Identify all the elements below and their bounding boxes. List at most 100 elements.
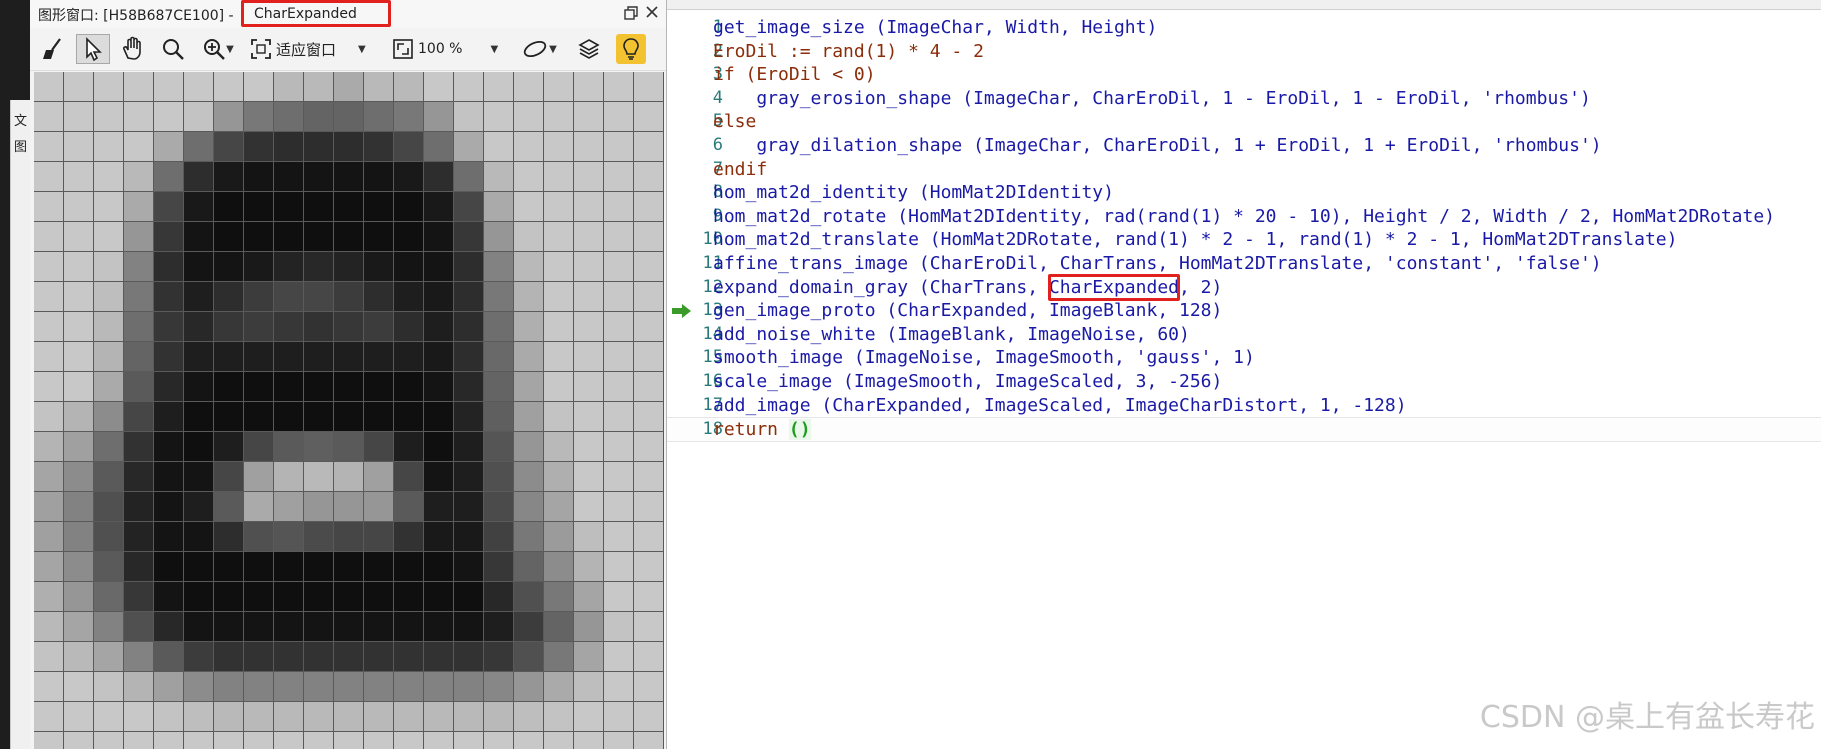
image-pixel bbox=[454, 342, 484, 372]
code-line[interactable]: 17 add_image (CharExpanded, ImageScaled, … bbox=[667, 394, 1821, 417]
background-tab-label-1[interactable]: 文 bbox=[14, 110, 27, 129]
code-line[interactable]: 15 smooth_image (ImageNoise, ImageSmooth,… bbox=[667, 346, 1821, 369]
code-line[interactable]: 10 hom_mat2d_translate (HomMat2DRotate, r… bbox=[667, 228, 1821, 251]
actual-size-icon bbox=[393, 39, 413, 59]
image-pixel bbox=[34, 192, 64, 222]
magnifier-icon[interactable] bbox=[156, 34, 190, 64]
draw-shape-dropdown[interactable]: ▼ bbox=[514, 34, 564, 64]
code-line[interactable]: 8 hom_mat2d_identity (HomMat2DIdentity) bbox=[667, 181, 1821, 204]
image-pixel bbox=[454, 432, 484, 462]
zoom-level-dropdown[interactable]: 100 % ▼ bbox=[392, 34, 500, 64]
image-pixel bbox=[304, 612, 334, 642]
background-tab-label-2[interactable]: 图 bbox=[14, 136, 27, 155]
image-pixel bbox=[514, 342, 544, 372]
image-pixel bbox=[574, 432, 604, 462]
image-pixel bbox=[154, 552, 184, 582]
image-pixel bbox=[364, 702, 394, 732]
image-pixel bbox=[514, 72, 544, 102]
code-line[interactable]: 18 return () bbox=[667, 417, 1821, 443]
image-pixel bbox=[364, 222, 394, 252]
image-pixel bbox=[244, 642, 274, 672]
image-pixel bbox=[274, 132, 304, 162]
image-pixel bbox=[574, 372, 604, 402]
code-line[interactable]: 6 gray_dilation_shape (ImageChar, CharEr… bbox=[667, 134, 1821, 157]
image-pixel bbox=[244, 462, 274, 492]
image-pixel bbox=[154, 102, 184, 132]
image-pixel bbox=[334, 492, 364, 522]
image-pixel bbox=[154, 162, 184, 192]
code-line[interactable]: 16 scale_image (ImageSmooth, ImageScaled,… bbox=[667, 370, 1821, 393]
image-pixel bbox=[304, 492, 334, 522]
code-line[interactable]: 1 get_image_size (ImageChar, Width, Heigh… bbox=[667, 16, 1821, 39]
image-pixel bbox=[94, 612, 124, 642]
image-pixel bbox=[94, 582, 124, 612]
image-pixel bbox=[154, 222, 184, 252]
image-pixel bbox=[94, 222, 124, 252]
image-pixel bbox=[424, 342, 454, 372]
image-pixel bbox=[514, 372, 544, 402]
code-line[interactable]: 14 add_noise_white (ImageBlank, ImageNois… bbox=[667, 323, 1821, 346]
image-pixel bbox=[244, 522, 274, 552]
image-pixel bbox=[544, 492, 574, 522]
image-pixel bbox=[184, 162, 214, 192]
restore-window-icon[interactable] bbox=[622, 5, 640, 23]
image-pixel bbox=[154, 192, 184, 222]
code-text: get_image_size (ImageChar, Width, Height… bbox=[713, 17, 1158, 38]
code-line[interactable]: 5 else bbox=[667, 110, 1821, 133]
pan-hand-icon[interactable] bbox=[116, 34, 150, 64]
image-pixel bbox=[124, 282, 154, 312]
image-pixel bbox=[454, 672, 484, 702]
image-pixel bbox=[364, 462, 394, 492]
code-editor[interactable]: 1 get_image_size (ImageChar, Width, Heigh… bbox=[667, 0, 1821, 749]
left-background-strip: 文 图 bbox=[0, 0, 31, 749]
image-pixel bbox=[514, 402, 544, 432]
editor-tab-bar[interactable] bbox=[667, 0, 1821, 10]
code-line[interactable]: 4 gray_erosion_shape (ImageChar, CharEro… bbox=[667, 87, 1821, 110]
image-pixel bbox=[394, 192, 424, 222]
image-pixel bbox=[424, 222, 454, 252]
graphics-window-titlebar[interactable]: 图形窗口: [H58B687CE100] - CharExpanded bbox=[30, 0, 666, 29]
image-pixel bbox=[424, 492, 454, 522]
image-pixel bbox=[544, 432, 574, 462]
clear-brush-icon[interactable] bbox=[38, 34, 68, 64]
image-pixel bbox=[184, 252, 214, 282]
code-line[interactable]: 7 endif bbox=[667, 158, 1821, 181]
image-pixel bbox=[304, 402, 334, 432]
graphics-window-object-name: CharExpanded bbox=[254, 6, 357, 22]
image-pixel bbox=[124, 102, 154, 132]
image-pixel bbox=[484, 492, 514, 522]
image-pixel bbox=[484, 612, 514, 642]
image-pixel bbox=[334, 402, 364, 432]
image-pixel bbox=[274, 342, 304, 372]
image-pixel bbox=[484, 372, 514, 402]
fit-window-dropdown[interactable]: 适应窗口 ▼ bbox=[250, 34, 382, 64]
code-line[interactable]: 13 gen_image_proto (CharExpanded, ImageBl… bbox=[667, 299, 1821, 322]
layers-icon[interactable] bbox=[572, 34, 606, 64]
lightbulb-icon[interactable] bbox=[616, 34, 646, 64]
zoom-in-dropdown[interactable]: ▼ bbox=[194, 34, 242, 64]
image-pixel bbox=[574, 522, 604, 552]
code-line[interactable]: 12 expand_domain_gray (CharTrans, CharExp… bbox=[667, 276, 1821, 299]
image-pixel bbox=[214, 702, 244, 732]
image-pixel bbox=[214, 732, 244, 749]
code-line[interactable]: 11 affine_trans_image (CharEroDil, CharTr… bbox=[667, 252, 1821, 275]
image-pixel bbox=[514, 732, 544, 749]
image-pixel bbox=[604, 642, 634, 672]
code-line[interactable]: 2 EroDil := rand(1) * 4 - 2 bbox=[667, 40, 1821, 63]
code-line[interactable]: 3 if (EroDil < 0) bbox=[667, 63, 1821, 86]
select-pointer-icon[interactable] bbox=[76, 34, 110, 64]
image-pixel bbox=[364, 672, 394, 702]
image-pixel bbox=[424, 252, 454, 282]
image-pixel bbox=[304, 702, 334, 732]
image-display-area[interactable] bbox=[34, 72, 664, 749]
fit-window-label: 适应窗口 bbox=[276, 40, 337, 59]
image-pixel bbox=[544, 132, 574, 162]
image-pixel bbox=[544, 192, 574, 222]
close-icon[interactable] bbox=[643, 4, 661, 22]
image-pixel bbox=[424, 162, 454, 192]
image-pixel bbox=[34, 132, 64, 162]
image-pixel bbox=[364, 432, 394, 462]
image-pixel bbox=[334, 342, 364, 372]
code-line[interactable]: 9 hom_mat2d_rotate (HomMat2DIdentity, rad… bbox=[667, 205, 1821, 228]
code-text: affine_trans_image (CharEroDil, CharTran… bbox=[713, 253, 1602, 274]
